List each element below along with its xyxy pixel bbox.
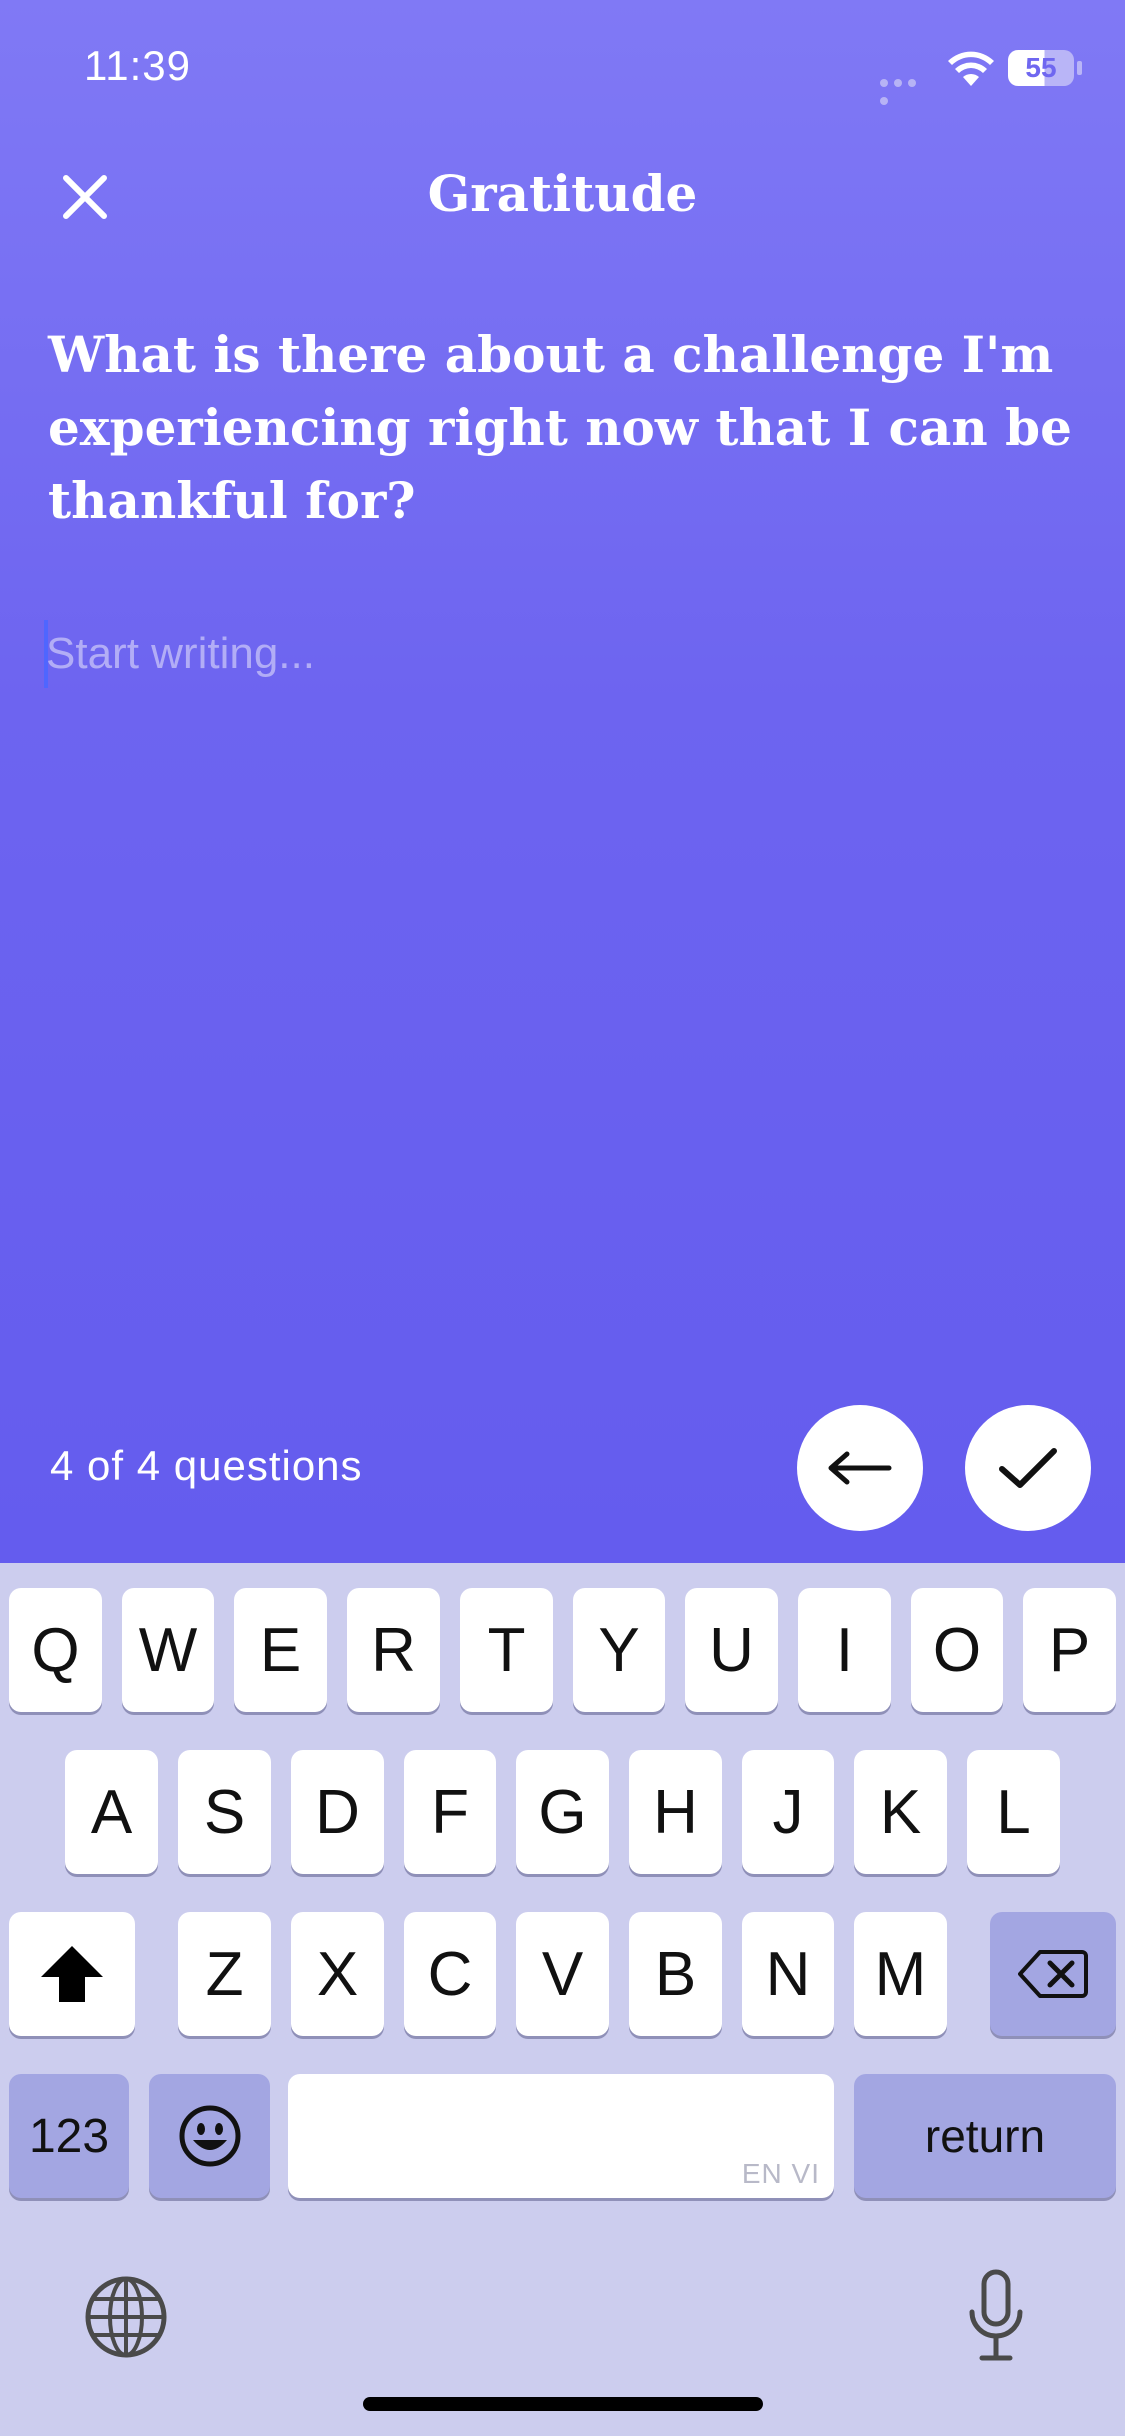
key-q[interactable]: Q	[9, 1588, 102, 1712]
microphone-icon[interactable]	[966, 2268, 1026, 2364]
key-k[interactable]: K	[854, 1750, 947, 1874]
globe-icon[interactable]	[84, 2275, 168, 2359]
key-l[interactable]: L	[967, 1750, 1060, 1874]
key-r[interactable]: R	[347, 1588, 440, 1712]
key-b[interactable]: B	[629, 1912, 722, 2036]
key-m[interactable]: M	[854, 1912, 947, 2036]
battery-indicator: 55	[1008, 50, 1074, 86]
key-a[interactable]: A	[65, 1750, 158, 1874]
battery-cap	[1077, 61, 1082, 75]
journal-entry-input[interactable]: Start writing...	[46, 620, 1046, 688]
space-bar[interactable]: EN VI	[288, 2074, 834, 2198]
key-f[interactable]: F	[404, 1750, 496, 1874]
keyboard-language-label: EN VI	[741, 2158, 820, 2189]
done-button[interactable]	[965, 1405, 1091, 1531]
key-z[interactable]: Z	[178, 1912, 271, 2036]
emoji-icon	[179, 2105, 240, 2167]
key-c[interactable]: C	[404, 1912, 496, 2036]
wifi-icon	[948, 51, 994, 86]
home-indicator	[363, 2397, 763, 2411]
shift-arrow-icon	[41, 1946, 103, 2002]
return-key[interactable]: return	[854, 2074, 1116, 2198]
cellular-signal-icon	[880, 74, 934, 105]
key-s[interactable]: S	[178, 1750, 271, 1874]
question-prompt: What is there about a challenge I'm expe…	[48, 325, 1072, 530]
key-v[interactable]: V	[516, 1912, 609, 2036]
backspace-icon	[1018, 1950, 1088, 1998]
back-button[interactable]	[797, 1405, 923, 1531]
key-j[interactable]: J	[742, 1750, 834, 1874]
key-w[interactable]: W	[122, 1588, 214, 1712]
key-y[interactable]: Y	[573, 1588, 665, 1712]
checkmark-icon	[999, 1448, 1057, 1488]
key-i[interactable]: I	[798, 1588, 891, 1712]
key-h[interactable]: H	[629, 1750, 722, 1874]
status-time: 11:39	[84, 42, 191, 89]
numbers-key[interactable]: 123	[9, 2074, 129, 2198]
key-e[interactable]: E	[234, 1588, 327, 1712]
key-o[interactable]: O	[911, 1588, 1003, 1712]
emoji-key[interactable]	[149, 2074, 270, 2198]
delete-key[interactable]	[990, 1912, 1116, 2036]
page-title: Gratitude	[427, 164, 698, 223]
arrow-left-icon	[828, 1451, 892, 1485]
question-counter: 4 of 4 questions	[50, 1442, 363, 1489]
key-g[interactable]: G	[516, 1750, 609, 1874]
key-x[interactable]: X	[291, 1912, 384, 2036]
journal-screen: 11:39 55 Gratitude What is there about a…	[0, 0, 1125, 1563]
shift-key[interactable]	[9, 1912, 135, 2036]
key-p[interactable]: P	[1023, 1588, 1116, 1712]
key-t[interactable]: T	[460, 1588, 553, 1712]
key-u[interactable]: U	[685, 1588, 778, 1712]
key-n[interactable]: N	[742, 1912, 834, 2036]
key-d[interactable]: D	[291, 1750, 384, 1874]
